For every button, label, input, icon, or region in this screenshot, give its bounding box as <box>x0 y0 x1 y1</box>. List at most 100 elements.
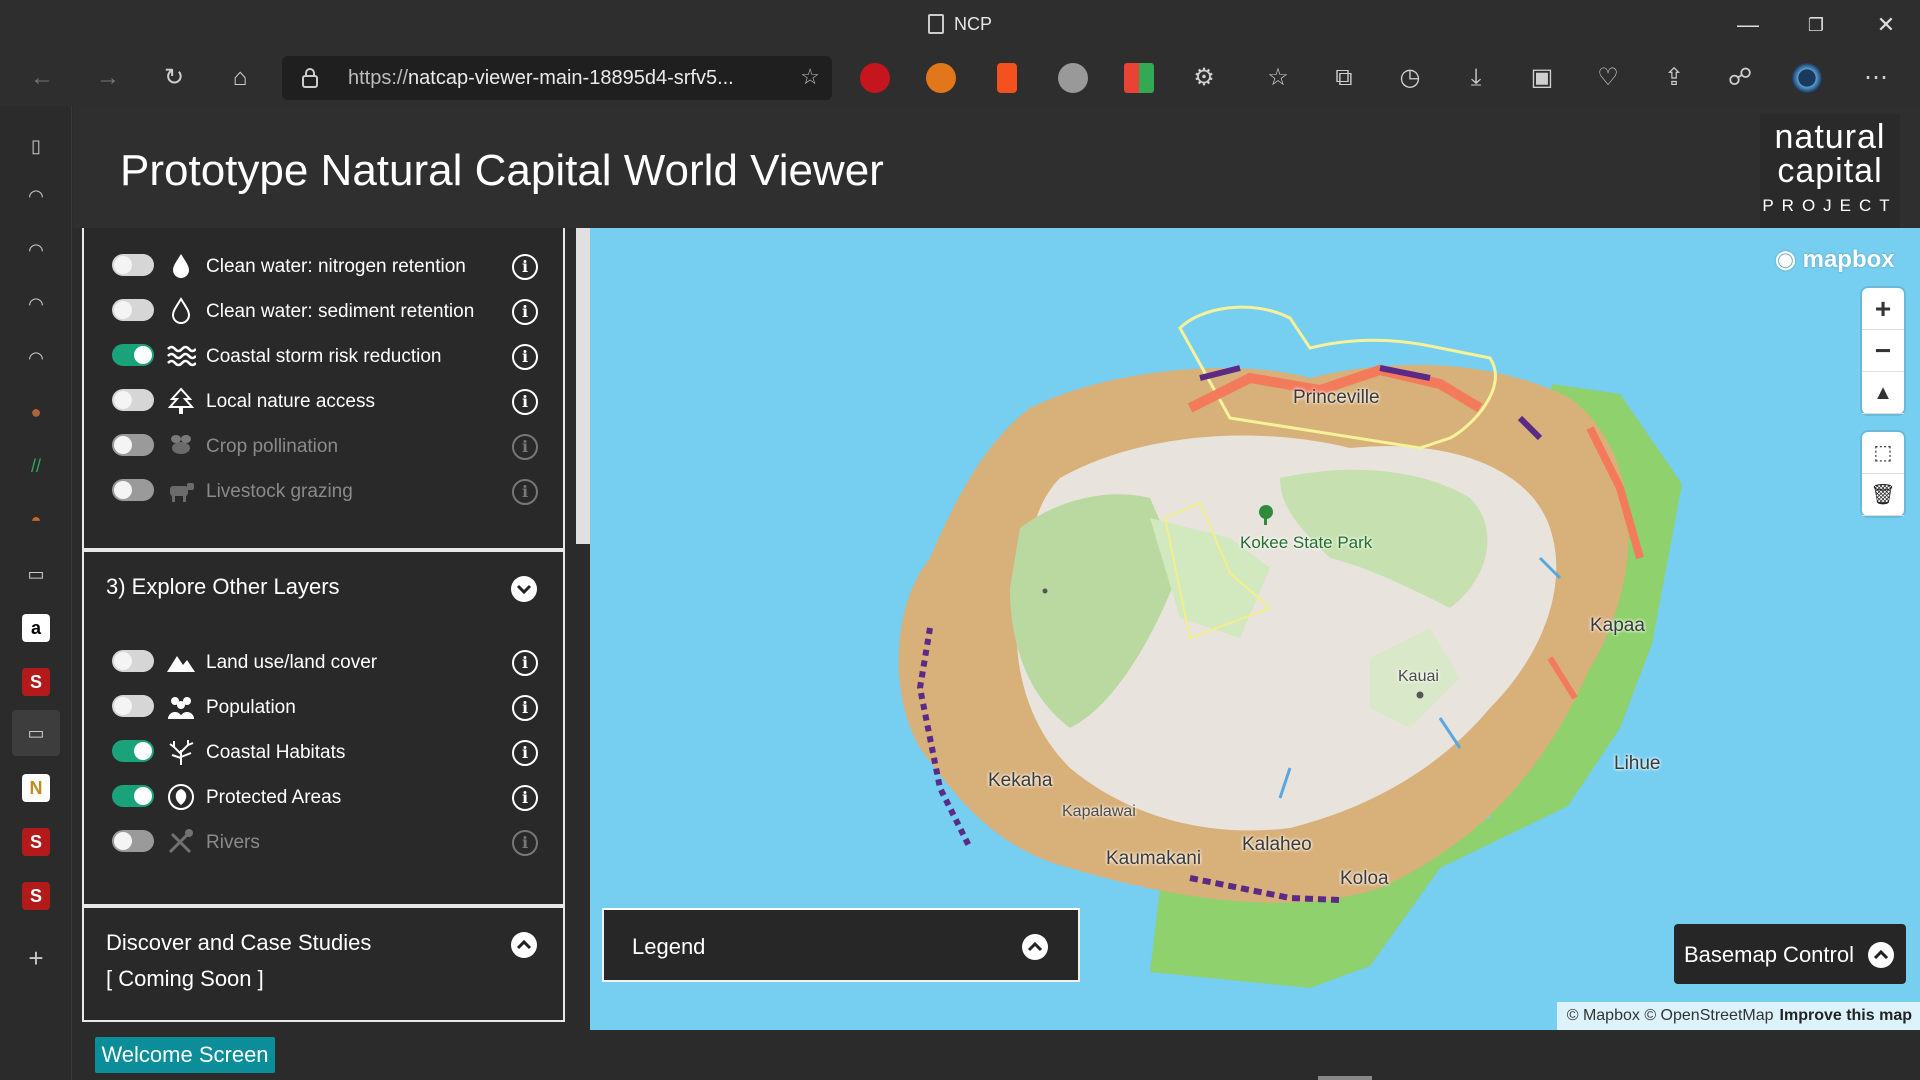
extensions-icon[interactable]: ⚙ <box>1186 60 1222 96</box>
info-icon[interactable]: i <box>512 650 538 676</box>
close-icon[interactable]: ✕ <box>1866 10 1906 40</box>
attribution-text[interactable]: © Mapbox © OpenStreetMap <box>1567 1007 1774 1024</box>
water-drop-filled-icon <box>173 254 189 278</box>
circle-tab-icon[interactable]: ● <box>22 398 50 426</box>
info-icon[interactable]: i <box>512 479 538 505</box>
info-icon[interactable]: i <box>512 695 538 721</box>
cow-icon <box>170 483 194 502</box>
compass-icon[interactable]: ▲ <box>1862 372 1904 414</box>
info-icon[interactable]: i <box>512 740 538 766</box>
amazon-icon[interactable]: a <box>22 614 50 642</box>
info-icon[interactable]: i <box>512 254 538 280</box>
zoom-in-button[interactable]: + <box>1862 288 1904 330</box>
lock-icon[interactable] <box>302 68 318 88</box>
s-tab-icon[interactable]: S <box>22 828 50 856</box>
sidebar-toggle-icon[interactable]: ▯ <box>22 132 50 160</box>
layer-toggle[interactable] <box>112 299 154 321</box>
s-tab-icon[interactable]: S <box>22 668 50 696</box>
info-icon[interactable]: i <box>512 389 538 415</box>
extension-orange-icon[interactable] <box>997 63 1017 93</box>
info-icon[interactable]: i <box>512 299 538 325</box>
trash-icon[interactable]: 🗑 <box>1862 474 1904 516</box>
notion-icon[interactable]: N <box>22 774 50 802</box>
section-heading[interactable]: 3) Explore Other Layers <box>106 574 340 600</box>
layer-toggle[interactable] <box>112 785 154 807</box>
url-prefix: https:// <box>348 67 409 89</box>
chevron-up-icon[interactable] <box>511 932 537 958</box>
basemap-control-button[interactable]: Basemap Control <box>1674 924 1906 984</box>
download-icon[interactable]: ⤓ <box>1458 60 1494 96</box>
place-label: Koloa <box>1340 868 1389 889</box>
improve-map-link[interactable]: Improve this map <box>1780 1007 1912 1024</box>
add-favorite-icon[interactable]: ☆ <box>800 64 820 90</box>
map-view[interactable]: Princeville Kokee State Park Kapaa Kauai… <box>590 228 1920 1030</box>
info-icon[interactable]: i <box>512 785 538 811</box>
share-icon[interactable]: ⇪ <box>1656 60 1692 96</box>
document-icon[interactable]: ▭ <box>22 560 50 588</box>
panel-scrollbar-thumb[interactable] <box>576 228 590 544</box>
layer-label: Coastal Habitats <box>206 742 346 763</box>
layer-toggle[interactable] <box>112 479 154 501</box>
wifi-icon[interactable]: ◠ <box>22 344 50 372</box>
history-icon[interactable]: ◷ <box>1392 60 1428 96</box>
math-solver-icon[interactable]: ▣ <box>1524 60 1560 96</box>
add-tab-icon[interactable]: + <box>22 944 50 972</box>
chevron-down-icon[interactable] <box>511 576 537 602</box>
bottom-handle[interactable] <box>1318 1076 1372 1080</box>
chevron-up-icon[interactable] <box>1868 942 1894 968</box>
draw-polygon-icon[interactable]: ⬚ <box>1862 432 1904 474</box>
protected-leaf-icon <box>168 784 194 810</box>
hat-tab-icon[interactable]: ◓ <box>22 506 50 534</box>
info-icon[interactable]: i <box>512 344 538 370</box>
document-icon[interactable]: ▭ <box>12 710 60 756</box>
layer-toggle[interactable] <box>112 389 154 411</box>
wifi-icon[interactable]: ◠ <box>22 290 50 318</box>
collections-icon[interactable]: ⧉ <box>1326 60 1362 96</box>
google-extension-icon[interactable] <box>1124 63 1154 93</box>
back-icon[interactable]: ← <box>24 60 60 96</box>
explore-other-layers-section: 3) Explore Other Layers Land use/land co… <box>82 550 565 906</box>
info-icon[interactable]: i <box>512 434 538 460</box>
info-icon[interactable]: i <box>512 830 538 856</box>
ublock-icon[interactable] <box>860 63 890 93</box>
section-heading[interactable]: Discover and Case Studies <box>106 930 371 956</box>
welcome-screen-button[interactable]: Welcome Screen <box>95 1037 275 1073</box>
legend-panel[interactable]: Legend <box>602 908 1080 982</box>
ncp-logo[interactable]: natural capital PROJECT <box>1760 114 1900 228</box>
profile-avatar[interactable] <box>1792 63 1822 93</box>
wifi-icon[interactable]: ◠ <box>22 182 50 210</box>
layer-toggle[interactable] <box>112 344 154 366</box>
home-icon[interactable]: ⌂ <box>222 60 258 96</box>
extension-stack-icon[interactable] <box>1058 63 1088 93</box>
restore-icon[interactable]: ❐ <box>1796 10 1836 40</box>
place-label: Kauai <box>1398 668 1439 685</box>
chevron-up-icon[interactable] <box>1022 934 1048 960</box>
more-menu-icon[interactable]: ⋯ <box>1858 60 1894 96</box>
layer-row: Crop pollination i <box>112 428 538 464</box>
layer-label: Clean water: sediment retention <box>206 301 475 322</box>
layer-toggle[interactable] <box>112 830 154 852</box>
layer-toggle[interactable] <box>112 254 154 276</box>
minimize-icon[interactable]: — <box>1728 10 1768 40</box>
layer-toggle[interactable] <box>112 740 154 762</box>
layer-toggle[interactable] <box>112 650 154 672</box>
layer-row: Population i <box>112 689 538 725</box>
address-bar[interactable]: https://natcap-viewer-main-18895d4-srfv5… <box>282 56 832 100</box>
forward-icon[interactable]: → <box>90 60 126 96</box>
logo-line2: capital <box>1777 152 1883 190</box>
mapbox-logo[interactable]: ◉ mapbox <box>1775 245 1895 274</box>
url-text[interactable]: https://natcap-viewer-main-18895d4-srfv5… <box>348 67 734 90</box>
feedback-icon[interactable]: ☍ <box>1722 60 1758 96</box>
zoom-out-button[interactable]: − <box>1862 330 1904 372</box>
layer-toggle[interactable] <box>112 434 154 456</box>
layer-row: Land use/land cover i <box>112 644 538 680</box>
map-attribution: © Mapbox © OpenStreetMap Improve this map <box>1556 1002 1920 1030</box>
s-tab-icon[interactable]: S <box>22 882 50 910</box>
metamask-icon[interactable] <box>926 63 956 93</box>
layer-toggle[interactable] <box>112 695 154 717</box>
browser-essentials-icon[interactable]: ♡ <box>1590 60 1626 96</box>
slash-tab-icon[interactable]: // <box>22 452 50 480</box>
wifi-icon[interactable]: ◠ <box>22 236 50 264</box>
favorites-icon[interactable]: ☆ <box>1260 60 1296 96</box>
reload-icon[interactable]: ↻ <box>156 60 192 96</box>
